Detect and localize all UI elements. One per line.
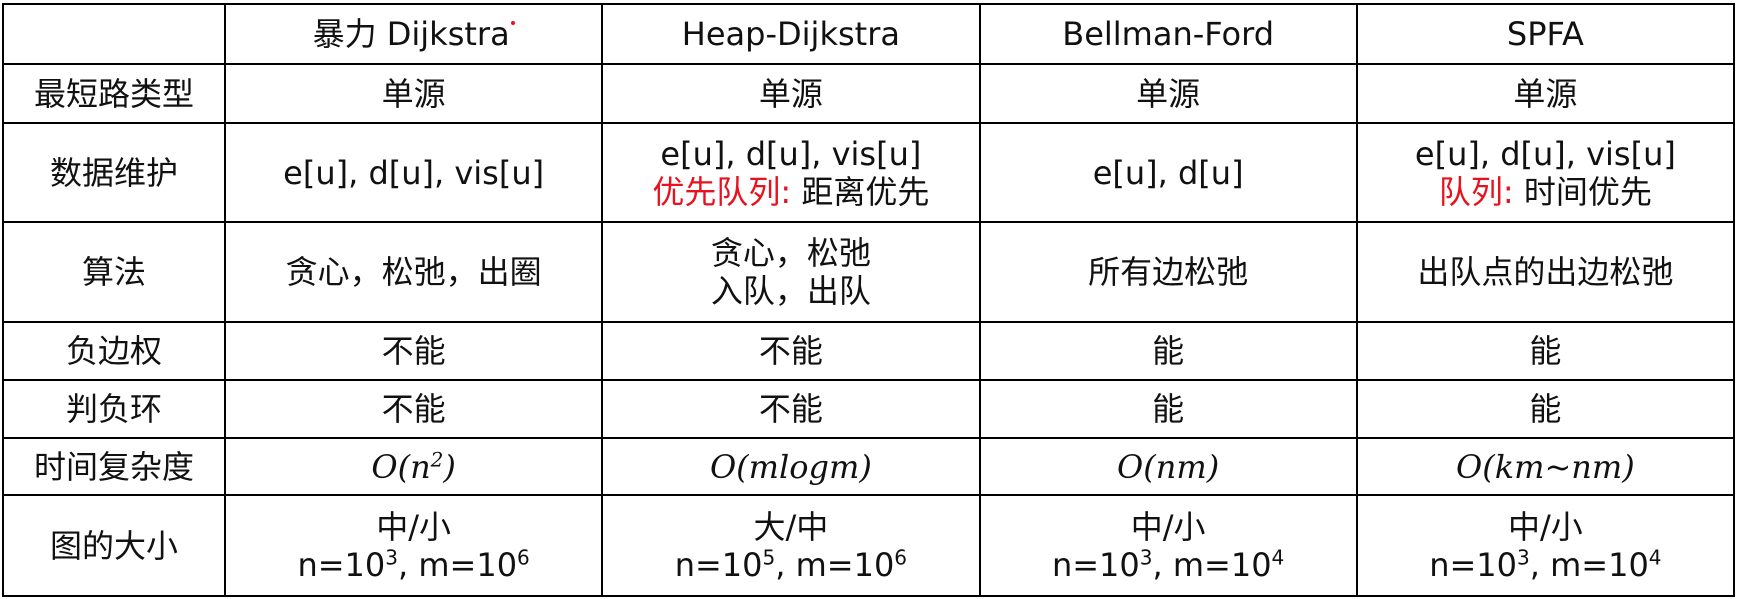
cell-text: n=10 [1051,545,1140,584]
header-heap-dijkstra: Heap-Dijkstra [601,2,981,66]
row-label: 算法 [2,221,226,323]
cell: 中/小 n=103, m=104 [978,494,1358,597]
cell: 能 [1355,378,1736,439]
header-row: 暴力 Dijkstra Heap-Dijkstra Bellman-Ford S… [2,2,1736,66]
row-label: 最短路类型 [2,63,226,125]
cell: O(km~nm) [1355,436,1736,497]
cell: 能 [1355,320,1736,381]
cell: e[u], d[u], vis[u] [223,122,604,224]
cell: O(nm) [978,436,1358,497]
row-negative-edge: 负边权 不能 不能 能 能 [2,320,1736,381]
row-label: 图的大小 [2,494,226,597]
header-spfa: SPFA [1355,2,1736,66]
cell-text: , m=10 [1529,545,1649,584]
superscript: 3 [385,545,398,570]
red-dot-mark [510,21,515,26]
cell: 不能 [223,378,604,439]
superscript: 6 [894,545,908,570]
cell: 单源 [978,63,1358,125]
cell-line: 入队，出队 [710,272,871,311]
superscript: 4 [1648,545,1662,570]
cell-line: 中/小 [1130,507,1206,546]
cell: O(n2) [223,436,604,497]
cell-line: n=105, m=106 [603,546,978,584]
header-empty-cell [2,2,226,66]
cell-text: n=10 [674,545,763,584]
cell: 贪心，松弛，出圈 [223,221,604,323]
cell: e[u], d[u], vis[u] 队列: 时间优先 [1355,122,1736,224]
cell: 中/小 n=103, m=104 [1355,494,1736,597]
superscript: 4 [1271,545,1285,570]
superscript: 3 [1517,545,1530,570]
cell-line: 中/小 [1507,507,1583,546]
cell: 所有边松弛 [978,221,1358,323]
cell-text: , m=10 [775,545,895,584]
cell-text: , m=10 [398,545,518,584]
superscript: 5 [762,545,776,570]
cell: e[u], d[u] [978,122,1358,224]
cell-line: n=103, m=104 [1358,546,1733,584]
row-label: 负边权 [2,320,226,381]
cell-line: n=103, m=104 [981,546,1356,584]
cell-line: n=103, m=106 [226,546,601,584]
highlight-text: 队列: [1438,172,1514,211]
cell-text: n=10 [297,545,386,584]
superscript: 3 [1139,545,1153,570]
cell: 中/小 n=103, m=106 [223,494,604,597]
header-brute-dijkstra-label: 暴力 Dijkstra [312,15,510,54]
math-text: O(n [371,447,431,486]
cell-text: 时间优先 [1523,172,1652,211]
cell: O(mlogm) [601,436,981,497]
row-label: 数据维护 [2,122,226,224]
cell-line: 大/中 [753,507,829,546]
cell-line: e[u], d[u], vis[u] [660,134,922,173]
math-text: ) [443,447,456,486]
cell: 单源 [601,63,981,125]
superscript: 2 [430,446,444,471]
cell-text: n=10 [1429,545,1518,584]
cell-line: 队列: 时间优先 [1358,173,1733,211]
cell: 大/中 n=105, m=106 [601,494,981,597]
comparison-table: 暴力 Dijkstra Heap-Dijkstra Bellman-Ford S… [2,2,1736,597]
row-data-maintenance: 数据维护 e[u], d[u], vis[u] e[u], d[u], vis[… [2,122,1736,224]
cell: 不能 [223,320,604,381]
row-graph-size: 图的大小 中/小 n=103, m=106 大/中 n=105, m=106 中… [2,494,1736,597]
cell: e[u], d[u], vis[u] 优先队列: 距离优先 [601,122,981,224]
cell: 能 [978,320,1358,381]
cell: 贪心，松弛 入队，出队 [601,221,981,323]
cell-line: 贪心，松弛 [710,234,871,273]
row-time-complexity: 时间复杂度 O(n2) O(mlogm) O(nm) O(km~nm) [2,436,1736,497]
cell: 单源 [1355,63,1736,125]
header-bellman-ford: Bellman-Ford [978,2,1358,66]
cell: 出队点的出边松弛 [1355,221,1736,323]
header-brute-dijkstra: 暴力 Dijkstra [223,2,604,66]
row-label: 时间复杂度 [2,436,226,497]
row-label: 判负环 [2,378,226,439]
cell-line: 中/小 [376,507,452,546]
cell: 不能 [601,378,981,439]
row-negative-cycle: 判负环 不能 不能 能 能 [2,378,1736,439]
cell-text: 距离优先 [801,172,930,211]
cell: 单源 [223,63,604,125]
row-algorithm: 算法 贪心，松弛，出圈 贪心，松弛 入队，出队 所有边松弛 出队点的出边松弛 [2,221,1736,323]
highlight-text: 优先队列: [652,172,792,211]
cell: 不能 [601,320,981,381]
row-shortest-path-type: 最短路类型 单源 单源 单源 单源 [2,63,1736,125]
cell: 能 [978,378,1358,439]
cell-line: e[u], d[u], vis[u] [1414,134,1676,173]
cell-line: 优先队列: 距离优先 [603,173,978,211]
cell-text: , m=10 [1152,545,1272,584]
superscript: 6 [517,545,530,570]
